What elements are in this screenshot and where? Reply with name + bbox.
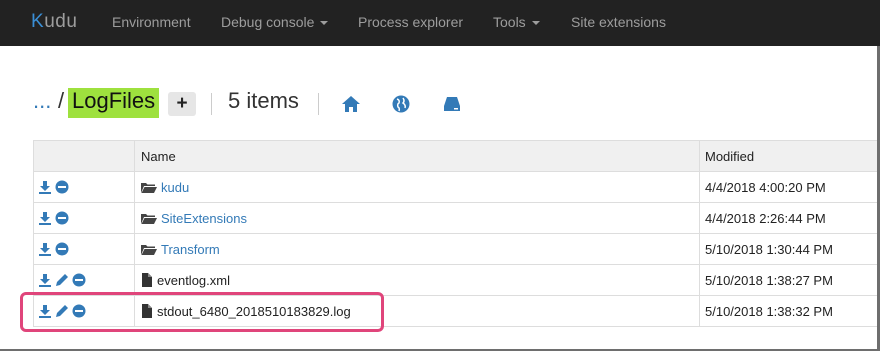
nav-tools[interactable]: Tools xyxy=(493,14,540,30)
actions-header xyxy=(33,140,135,172)
nav-tools-label: Tools xyxy=(493,14,526,30)
delete-icon[interactable] xyxy=(55,242,69,256)
logo-k: K xyxy=(31,11,45,32)
nav-site-extensions[interactable]: Site extensions xyxy=(571,14,666,30)
name-header[interactable]: Name xyxy=(134,140,700,172)
folder-open-icon xyxy=(141,182,157,193)
logo-text: udu xyxy=(44,11,78,32)
nav-process-explorer[interactable]: Process explorer xyxy=(358,14,463,30)
download-icon[interactable] xyxy=(38,242,52,256)
delete-icon[interactable] xyxy=(55,211,69,225)
modified-header-label: Modified xyxy=(705,148,755,164)
folder-open-icon xyxy=(141,244,157,255)
folder-link[interactable]: Transform xyxy=(161,242,220,257)
kudu-logo[interactable]: Kudu xyxy=(31,11,77,33)
file-name[interactable]: eventlog.xml xyxy=(157,273,230,288)
caret-down-icon xyxy=(531,21,540,26)
divider xyxy=(211,93,212,115)
top-navbar: Kudu Environment Debug console Process e… xyxy=(0,0,880,46)
table-header-row: Name Modified xyxy=(33,140,880,172)
edit-pencil-icon[interactable] xyxy=(55,273,69,287)
delete-icon[interactable] xyxy=(72,273,86,287)
nav-debug-console[interactable]: Debug console xyxy=(221,14,329,30)
breadcrumb-current-folder[interactable]: LogFiles xyxy=(68,88,160,118)
caret-down-icon xyxy=(320,21,329,26)
table-row: SiteExtensions 4/4/2018 2:26:44 PM xyxy=(33,202,880,234)
delete-icon[interactable] xyxy=(55,180,69,194)
modified-date: 5/10/2018 1:30:44 PM xyxy=(699,233,880,265)
item-count: 5 items xyxy=(228,88,299,113)
add-button[interactable]: + xyxy=(168,92,196,116)
nav-environment[interactable]: Environment xyxy=(112,14,191,30)
globe-icon[interactable] xyxy=(391,94,411,114)
drive-icon[interactable] xyxy=(442,94,462,114)
home-icon[interactable] xyxy=(341,94,361,114)
row-actions xyxy=(34,211,134,225)
folder-open-icon xyxy=(141,213,157,224)
breadcrumb-separator: / xyxy=(58,88,65,113)
name-header-label: Name xyxy=(141,148,176,164)
file-icon xyxy=(142,273,152,287)
annotation-highlight-box xyxy=(20,292,384,332)
table-row: eventlog.xml 5/10/2018 1:38:27 PM xyxy=(33,264,880,296)
download-icon[interactable] xyxy=(38,180,52,194)
nav-debug-console-label: Debug console xyxy=(221,14,315,30)
modified-header[interactable]: Modified xyxy=(699,140,880,172)
divider xyxy=(318,93,319,115)
modified-date: 5/10/2018 1:38:32 PM xyxy=(699,295,880,327)
table-row: kudu 4/4/2018 4:00:20 PM xyxy=(33,171,880,203)
breadcrumb-parent[interactable]: ... xyxy=(33,88,51,118)
row-actions xyxy=(34,180,134,194)
row-actions xyxy=(34,242,134,256)
modified-date: 4/4/2018 4:00:20 PM xyxy=(699,171,880,203)
row-actions xyxy=(34,273,134,287)
folder-link[interactable]: SiteExtensions xyxy=(161,211,247,226)
modified-date: 5/10/2018 1:38:27 PM xyxy=(699,264,880,296)
table-row: Transform 5/10/2018 1:30:44 PM xyxy=(33,233,880,265)
modified-date: 4/4/2018 2:26:44 PM xyxy=(699,202,880,234)
download-icon[interactable] xyxy=(38,273,52,287)
download-icon[interactable] xyxy=(38,211,52,225)
folder-link[interactable]: kudu xyxy=(161,180,189,195)
